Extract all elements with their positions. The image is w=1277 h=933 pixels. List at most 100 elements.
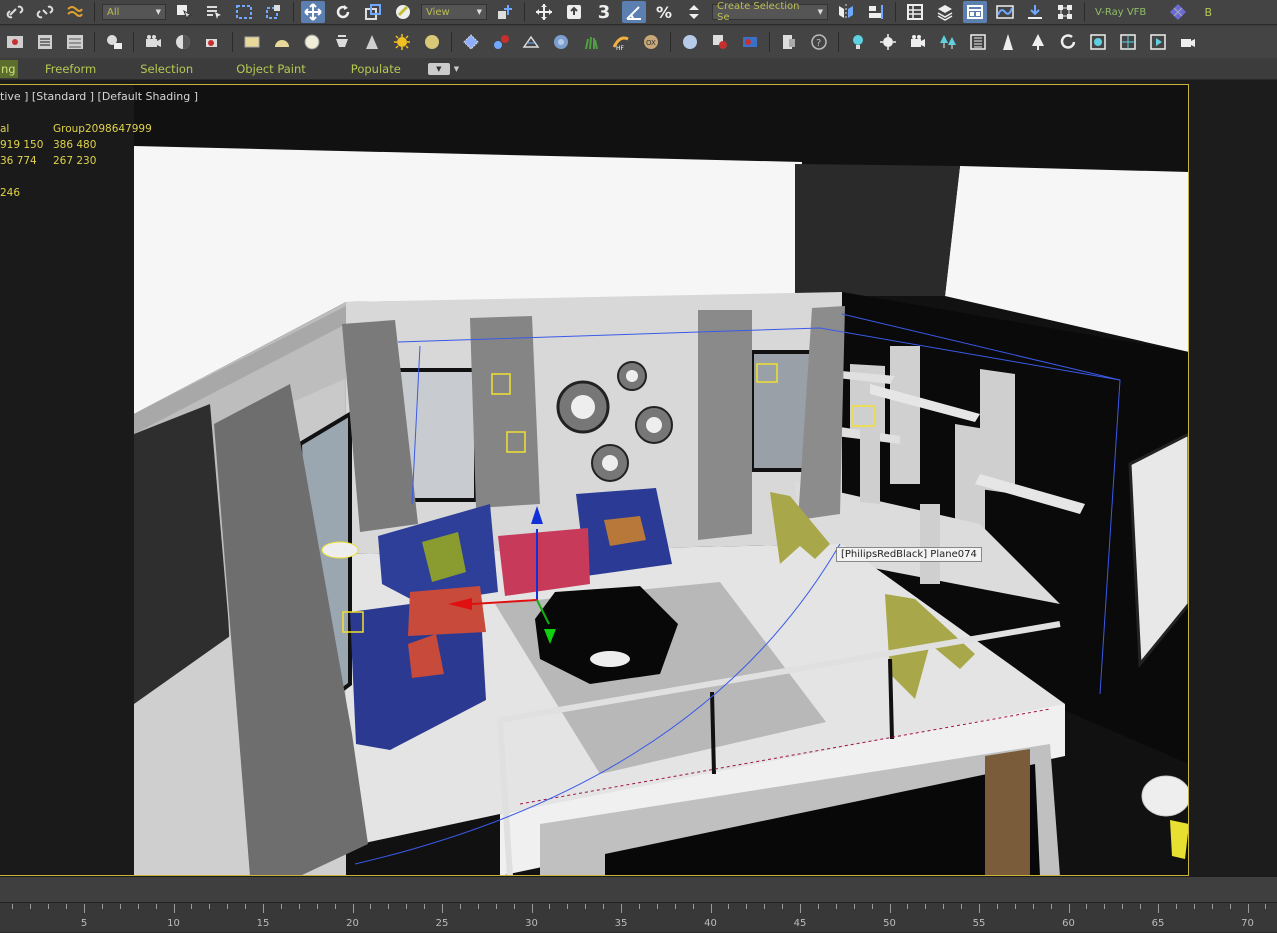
move-icon[interactable] — [301, 1, 325, 23]
select-by-name-icon[interactable] — [202, 1, 226, 23]
vray-grid-icon[interactable] — [1166, 1, 1190, 23]
vray-plane-icon[interactable] — [519, 31, 543, 53]
viewport-layout-icon[interactable] — [1116, 31, 1140, 53]
vray-sphere-fade-icon[interactable] — [678, 31, 702, 53]
tree-icon[interactable] — [1026, 31, 1050, 53]
vray-fur-icon[interactable] — [579, 31, 603, 53]
vray-proxy-icon[interactable] — [459, 31, 483, 53]
vray-dome-camera-icon[interactable] — [171, 31, 195, 53]
vray-scene-icon[interactable] — [489, 31, 513, 53]
material-editor-icon[interactable] — [1053, 1, 1077, 23]
mirror-icon[interactable] — [834, 1, 858, 23]
vray-light-lister-icon[interactable] — [102, 31, 126, 53]
ruler-tick — [674, 904, 676, 909]
ribbon-options-dropdown[interactable]: ▼ — [427, 62, 450, 75]
selection-filter-dropdown[interactable]: All ▼ — [102, 4, 166, 20]
chevron-down-icon[interactable]: ▼ — [454, 65, 459, 73]
unlink-icon[interactable] — [33, 1, 57, 23]
scale-icon[interactable] — [361, 1, 385, 23]
list-panel-icon[interactable] — [966, 31, 990, 53]
ruler-tick — [1086, 904, 1088, 909]
vray-hair-icon[interactable]: HF — [609, 31, 633, 53]
place-icon[interactable] — [391, 1, 415, 23]
object-tooltip: [PhilipsRedBlack] Plane074 — [836, 547, 982, 562]
ruler-tick — [316, 904, 318, 909]
vray-bucket-glyph: B — [1204, 5, 1213, 19]
curve-editor-icon[interactable] — [993, 1, 1017, 23]
camera-icon[interactable] — [906, 31, 930, 53]
time-slider-track[interactable] — [0, 877, 1277, 903]
ruler-tick — [406, 904, 408, 909]
tab-object-paint[interactable]: Object Paint — [236, 62, 306, 76]
ruler-tick — [871, 904, 873, 909]
vray-clipper-icon[interactable] — [708, 31, 732, 53]
ruler-tick-label: 70 — [1241, 918, 1254, 929]
toggle-scene-explorer-icon[interactable] — [903, 1, 927, 23]
vray-camera-red-icon[interactable] — [201, 31, 225, 53]
separator — [451, 32, 452, 52]
spinner-snap-icon[interactable] — [682, 1, 706, 23]
chevron-down-icon: ▼ — [817, 8, 823, 16]
viewport-label[interactable]: tive ] [Standard ] [Default Shading ] — [0, 90, 198, 103]
rectangular-selection-icon[interactable] — [232, 1, 256, 23]
svg-text:?: ? — [816, 38, 821, 49]
record-camera-icon[interactable] — [1176, 31, 1200, 53]
vray-bucket-icon[interactable]: B — [1196, 1, 1220, 23]
render-setup-icon[interactable] — [3, 31, 27, 53]
toggle-ribbon-icon[interactable] — [963, 1, 987, 23]
tab-modeling[interactable]: ng — [0, 59, 18, 78]
tab-populate[interactable]: Populate — [351, 62, 401, 76]
align-icon[interactable] — [864, 1, 888, 23]
play-preview-icon[interactable] — [1146, 31, 1170, 53]
ruler-tick-label: 25 — [435, 918, 449, 929]
bind-space-warp-icon[interactable] — [63, 1, 87, 23]
refresh-icon[interactable] — [1056, 31, 1080, 53]
angle-snap-icon[interactable] — [622, 1, 646, 23]
percent-snap-icon[interactable]: % — [652, 1, 676, 23]
vray-mesh-light-icon[interactable] — [360, 31, 384, 53]
vray-sun-icon[interactable] — [390, 31, 414, 53]
snaps-toggle-icon[interactable]: 3 — [592, 1, 616, 23]
vray-ies-light-icon[interactable] — [330, 31, 354, 53]
ruler-tick — [280, 904, 282, 909]
rendered-frame-window-icon[interactable] — [33, 31, 57, 53]
vray-sphere-icon[interactable] — [549, 31, 573, 53]
ruler-tick — [1014, 904, 1016, 909]
ruler-tick — [155, 904, 157, 909]
ruler-tick — [782, 904, 784, 909]
ruler-tick — [1032, 904, 1034, 909]
tab-freeform[interactable]: Freeform — [45, 62, 96, 76]
pivot-point-center-icon[interactable] — [493, 1, 517, 23]
window-crossing-icon[interactable] — [262, 1, 286, 23]
link-icon[interactable] — [3, 1, 27, 23]
schematic-view-icon[interactable] — [1023, 1, 1047, 23]
light-bulb-icon[interactable] — [846, 31, 870, 53]
vray-sphere-light-icon[interactable] — [300, 31, 324, 53]
help-icon[interactable]: ? — [807, 31, 831, 53]
keyboard-shortcut-override-icon[interactable] — [562, 1, 586, 23]
ruler-tick — [137, 904, 139, 909]
ruler-tick-label: 50 — [883, 918, 896, 929]
tab-selection[interactable]: Selection — [140, 62, 193, 76]
reference-coordinate-dropdown[interactable]: View ▼ — [421, 4, 487, 20]
vray-physical-camera-icon[interactable] — [141, 31, 165, 53]
select-object-icon[interactable] — [172, 1, 196, 23]
vray-dome-light-icon[interactable] — [270, 31, 294, 53]
select-manipulate-icon[interactable] — [532, 1, 556, 23]
render-production-icon[interactable] — [63, 31, 87, 53]
vray-ambient-light-icon[interactable] — [420, 31, 444, 53]
rotate-icon[interactable] — [331, 1, 355, 23]
material-slot-icon[interactable] — [1086, 31, 1110, 53]
vray-file-icon[interactable] — [777, 31, 801, 53]
ruler-icon[interactable] — [996, 31, 1020, 53]
vray-vfb-label[interactable]: V-Ray VFB — [1095, 7, 1146, 18]
layer-explorer-icon[interactable] — [933, 1, 957, 23]
vray-environment-fog-icon[interactable] — [738, 31, 762, 53]
named-selection-sets-dropdown[interactable]: Create Selection Se ▼ — [712, 1, 828, 23]
ruler-tick-label: 65 — [1151, 918, 1165, 929]
vray-ox-icon[interactable]: OX — [639, 31, 663, 53]
sun-target-icon[interactable] — [876, 31, 900, 53]
forest-icon[interactable] — [936, 31, 960, 53]
vray-plane-light-icon[interactable] — [240, 31, 264, 53]
track-bar-ruler[interactable]: 5 10 15 20 25 30 35 40 45 50 55 60 65 70 — [0, 904, 1277, 933]
